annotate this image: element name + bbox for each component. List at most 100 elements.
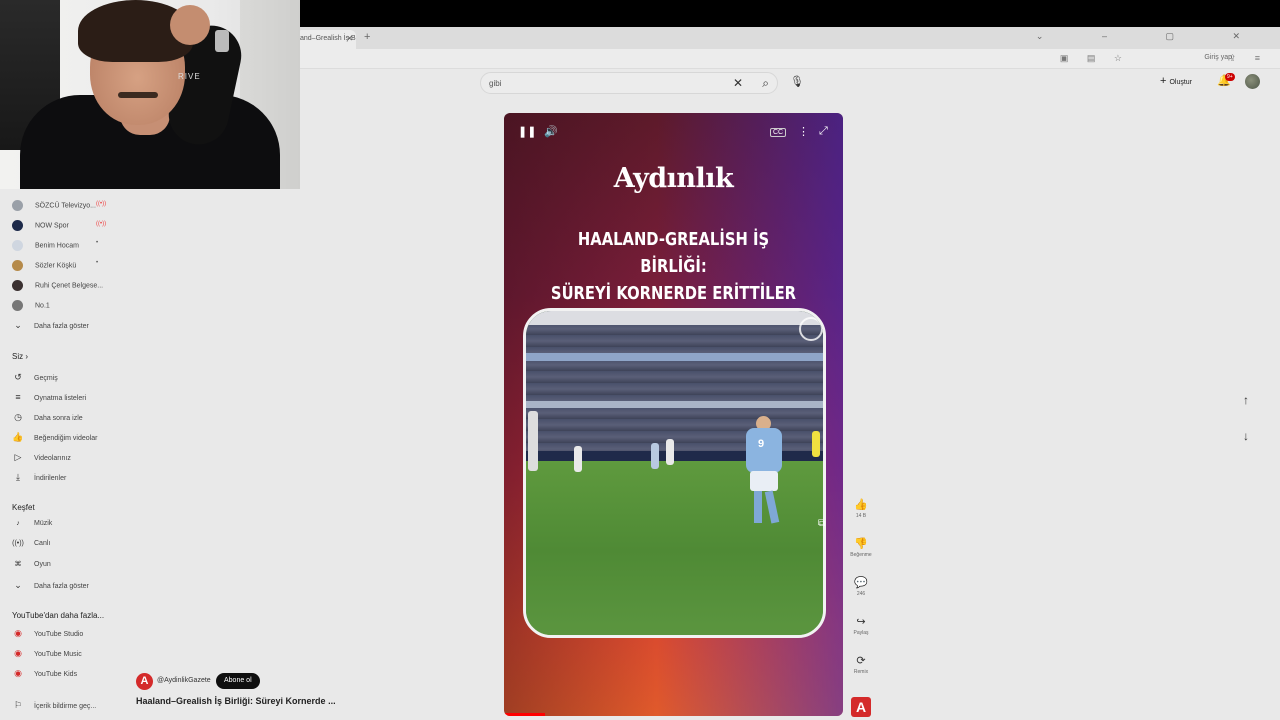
sidebar-item-label: İçerik bildirme geç... [34,703,97,710]
channel-logo[interactable]: A [851,697,871,717]
comments-button[interactable]: 💬 246 [848,576,874,597]
comment-count: 246 [856,591,866,597]
chevron-down-icon: ⌄ [14,580,22,590]
previous-short-arrow-icon[interactable]: ↑ [1243,393,1249,407]
dislike-label: Beğenme [850,552,872,558]
share-button[interactable]: ↪ Paylaş [848,615,874,636]
shorts-player[interactable]: ❚❚ 🔊 CC ⋮ ⤢ Aydınlık HAALAND-GREALİSH İŞ… [504,113,843,716]
channel-avatar-icon [12,260,23,271]
sidebar-icon: ⤓ [16,472,20,482]
progress-bar[interactable] [504,713,545,716]
new-tab-button[interactable]: + [364,31,370,43]
share-label: Paylaş [853,630,869,636]
search-input[interactable]: gibi [489,79,501,88]
remix-button[interactable]: ⟳ Remix [848,654,874,675]
dislike-button[interactable]: 👎 Beğenme [848,537,874,558]
webcam-person-watch [215,30,229,52]
like-button[interactable]: 👍 14 B [848,498,874,519]
search-box[interactable]: gibi ✕ ⌕ [480,72,778,94]
sidebar-item-label: Ruhi Çenet Belgese... [35,282,104,290]
stand-banner [526,353,823,361]
channel-avatar-icon [12,280,23,291]
sidebar-item-explore[interactable]: ((•)) Canlı [12,540,50,547]
search-icon[interactable]: ⌕ [762,76,769,91]
sidebar-item-label: SÖZCÜ Televizyo... [35,202,96,210]
show-more-label: Daha fazla göster [34,323,89,330]
sidebar-item-label: Benim Hocam [35,242,79,250]
window-controls[interactable]: ⌄ – ▢ ✕ [1036,31,1268,42]
share-icon: ↪ [856,616,866,628]
stand-banner [526,401,823,408]
captions-icon[interactable]: CC [770,128,787,137]
notification-badge: 9+ [1225,73,1235,81]
sidebar-icon: ▷ [14,452,22,462]
striker-shirt [746,428,782,473]
headline-line-2: SÜREYİ KORNERDE ERİTTİLER [550,283,797,304]
like-icon: 👍 [854,499,868,511]
plus-icon: + [1160,75,1167,87]
next-short-arrow-icon[interactable]: ↓ [1243,429,1249,443]
channel-avatar-icon [12,200,23,211]
sidebar-icon: ⌘ [14,561,22,568]
flag-icon: ⚐ [13,700,23,710]
show-more-label: Daha fazla göster [34,583,89,590]
browser-toolbar-icons[interactable]: ▣ ▤ ☆ [1060,53,1130,64]
explore-show-more[interactable]: ⌄ Daha fazla göster [12,580,89,591]
mic-icon[interactable]: 🎙 [790,75,804,88]
sidebar-item-you[interactable]: ↺ Geçmiş [12,372,58,383]
sidebar-item-label: No.1 [35,302,50,310]
brand-logo: Aydınlık [613,163,734,194]
sidebar-subscription[interactable]: NOW Spor [12,220,69,231]
sidebar-item-youtube-app[interactable]: ◉ YouTube Studio [12,628,83,639]
striker-leg [764,490,780,524]
comment-icon: 💬 [854,577,868,589]
video-title[interactable]: Haaland–Grealish İş Birliği: Süreyi Korn… [136,696,336,706]
volume-icon[interactable]: 🔊 [544,125,558,138]
create-button[interactable]: + Oluştur [1160,75,1192,87]
more-options-icon[interactable]: ⋮ [798,125,809,138]
sidebar-item-explore[interactable]: ⌘ Oyun [12,560,51,568]
browser-menu-icon[interactable]: ⇪ ≡ [1229,53,1268,64]
browser-tab[interactable]: and–Grealish İş B ✕ [296,30,356,49]
sidebar-item-you[interactable]: ≡ Oynatma listeleri [12,392,86,402]
you-heading: Siz [12,352,24,361]
referee [812,431,820,457]
tab-close-icon[interactable]: ✕ [346,34,353,43]
channel-avatar-icon [12,220,23,231]
sidebar-item-label: NOW Spor [35,222,69,230]
remix-label: Remix [853,669,869,675]
sidebar-item-you[interactable]: 👍 Beğendiğim videolar [12,432,97,443]
sidebar-show-more[interactable]: ⌄ Daha fazla göster [12,320,89,331]
fullscreen-icon[interactable]: ⤢ [819,125,828,138]
clear-search-icon[interactable]: ✕ [733,76,743,90]
sidebar-item-label: Videolarınız [34,455,71,462]
sidebar-section-you[interactable]: Siz › [12,352,28,361]
sidebar-icon: ↺ [14,372,22,382]
live-icon: ((•)) [96,221,107,227]
new-content-dot-icon: • [96,260,99,266]
sidebar-icon: ♪ [16,520,20,527]
channel-avatar[interactable]: A [136,673,153,690]
sidebar-item-youtube-app[interactable]: ◉ YouTube Music [12,648,82,659]
sidebar-icon: ((•)) [12,540,24,547]
sidebar-subscription[interactable]: No.1 [12,300,50,311]
sidebar-item-explore[interactable]: ♪ Müzik [12,520,52,527]
remix-icon: ⟳ [856,655,866,667]
sidebar-item-youtube-app[interactable]: ◉ YouTube Kids [12,668,77,679]
sidebar-subscription[interactable]: Benim Hocam [12,240,79,251]
subscribe-button[interactable]: Abone ol [216,673,260,689]
channel-handle[interactable]: @AydinlikGazete [157,677,211,684]
report-history[interactable]: ⚐ İçerik bildirme geç... [12,700,96,711]
account-avatar[interactable] [1245,74,1260,89]
sidebar-item-you[interactable]: ◷ Daha sonra izle [12,412,83,423]
sidebar-icon: ≡ [15,392,21,402]
channel-avatar-icon [12,300,23,311]
sidebar-subscription[interactable]: Ruhi Çenet Belgese... [12,280,103,291]
sidebar-subscription[interactable]: Sözler Köşkü [12,260,76,271]
shirt-logo: RIVE [178,72,201,81]
striker-player: 9 [746,416,782,526]
sidebar-item-you[interactable]: ⤓ İndirilenler [12,472,66,483]
sidebar-subscription[interactable]: SÖZCÜ Televizyo... [12,200,96,211]
pause-icon[interactable]: ❚❚ [518,125,536,138]
sidebar-item-you[interactable]: ▷ Videolarınız [12,452,71,463]
